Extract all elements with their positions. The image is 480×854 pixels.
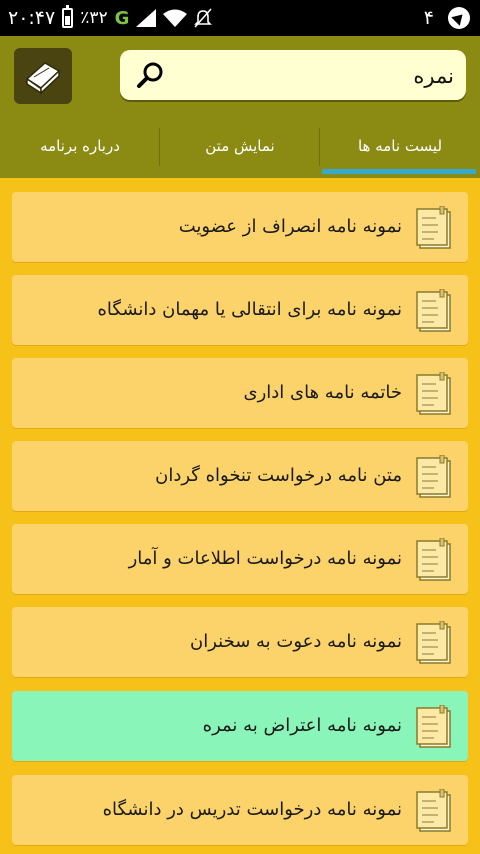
list-item[interactable]: متن نامه درخواست تنخواه گردان [12, 441, 468, 511]
tab-about-app[interactable]: درباره برنامه [0, 120, 160, 178]
list-item[interactable]: نمونه نامه درخواست اطلاعات و آمار [12, 524, 468, 594]
list-item[interactable]: نمونه نامه برای انتقالی یا مهمان دانشگاه [12, 275, 468, 345]
letter-list: نمونه نامه انصراف از عضویت نمونه نامه بر… [0, 178, 480, 854]
tab-bar: لیست نامه ها نمایش متن درباره برنامه [0, 120, 480, 178]
document-icon [414, 705, 454, 749]
status-bar: ۲۰:۴۷ ٪۳۲ G ۴ [0, 0, 480, 36]
document-icon [414, 372, 454, 416]
document-icon [414, 538, 454, 582]
tab-label: نمایش متن [205, 137, 275, 155]
search-icon[interactable] [136, 61, 164, 89]
list-item-label: نمونه نامه درخواست تدریس در دانشگاه [102, 799, 402, 820]
list-item-label: نمونه نامه برای انتقالی یا مهمان دانشگاه [97, 299, 402, 320]
document-icon [414, 289, 454, 333]
list-item[interactable]: نمونه نامه درخواست تدریس در دانشگاه [12, 775, 468, 845]
list-item-label: نمونه نامه دعوت به سخنران [190, 631, 402, 652]
navigation-icon [448, 7, 470, 29]
document-icon [414, 206, 454, 250]
list-item-label: نمونه نامه اعتراض به نمره [202, 715, 402, 736]
list-item-label: خاتمه نامه های اداری [243, 382, 403, 403]
list-item-selected[interactable]: نمونه نامه اعتراض به نمره [12, 691, 468, 761]
battery-icon [62, 5, 74, 28]
document-icon [414, 789, 454, 833]
clock: ۲۰:۴۷ [8, 7, 56, 29]
tab-letter-list[interactable]: لیست نامه ها [320, 120, 480, 178]
wifi-icon [163, 9, 188, 27]
list-item[interactable]: خاتمه نامه های اداری [12, 358, 468, 428]
notification-count: ۴ [423, 7, 434, 29]
status-bar-right: ۴ [424, 0, 470, 36]
tab-show-text[interactable]: نمایش متن [160, 120, 320, 178]
mute-icon [194, 8, 213, 28]
document-icon [414, 455, 454, 499]
app-header [0, 36, 480, 120]
list-item-label: نمونه نامه درخواست اطلاعات و آمار [128, 548, 402, 569]
status-bar-left: ۲۰:۴۷ ٪۳۲ G [8, 0, 213, 36]
list-item[interactable]: نمونه نامه دعوت به سخنران [12, 607, 468, 677]
battery-percentage: ٪۳۲ [80, 8, 108, 28]
list-item[interactable]: نمونه نامه انصراف از عضویت [12, 192, 468, 262]
book-icon [25, 62, 61, 95]
list-item-label: متن نامه درخواست تنخواه گردان [155, 465, 402, 486]
tab-label: درباره برنامه [40, 137, 120, 155]
search-input[interactable] [176, 50, 456, 102]
signal-icon [136, 9, 157, 27]
tab-label: لیست نامه ها [357, 137, 443, 155]
search-box [120, 50, 466, 102]
book-button[interactable] [14, 48, 72, 104]
list-item-label: نمونه نامه انصراف از عضویت [178, 216, 402, 237]
document-icon [414, 621, 454, 665]
network-type: G [114, 7, 130, 29]
